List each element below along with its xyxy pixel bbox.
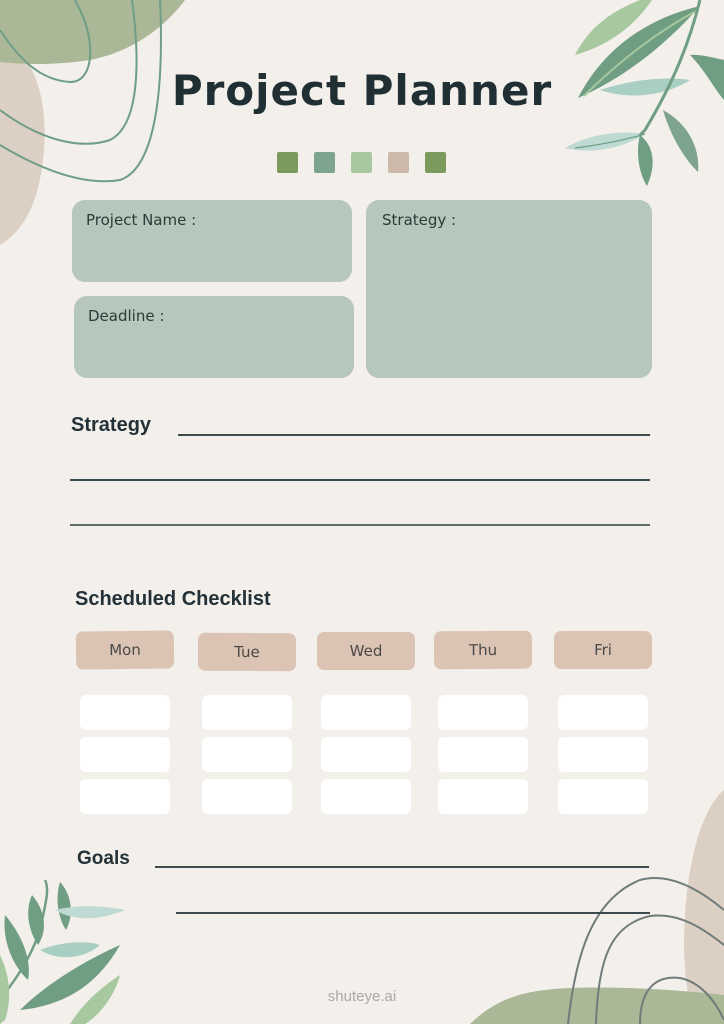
deadline-label: Deadline : bbox=[88, 307, 165, 325]
checklist-slot-thu-2[interactable] bbox=[438, 737, 528, 772]
palette-swatch bbox=[425, 152, 446, 173]
strategy-box-label: Strategy : bbox=[382, 211, 457, 229]
strategy-line-1[interactable] bbox=[178, 434, 650, 436]
checklist-slot-wed-1[interactable] bbox=[321, 695, 411, 730]
palette-swatch bbox=[277, 152, 298, 173]
checklist-slot-thu-3[interactable] bbox=[438, 779, 528, 814]
day-tag-mon: Mon bbox=[75, 630, 175, 670]
project-name-field[interactable]: Project Name : bbox=[72, 200, 352, 282]
checklist-slot-wed-2[interactable] bbox=[321, 737, 411, 772]
project-name-label: Project Name : bbox=[86, 211, 197, 229]
strategy-line-2[interactable] bbox=[70, 479, 650, 481]
checklist-title: Scheduled Checklist bbox=[75, 588, 271, 610]
checklist-slot-mon-2[interactable] bbox=[80, 737, 170, 772]
checklist-slot-wed-3[interactable] bbox=[321, 779, 411, 814]
strategy-line-3[interactable] bbox=[70, 524, 650, 526]
palette-swatch bbox=[388, 152, 409, 173]
day-tag-fri: Fri bbox=[554, 631, 652, 669]
checklist-slot-mon-3[interactable] bbox=[80, 779, 170, 814]
palette-swatch bbox=[351, 152, 372, 173]
checklist-slot-tue-3[interactable] bbox=[202, 779, 292, 814]
day-tag-wed: Wed bbox=[317, 632, 415, 670]
strategy-field[interactable]: Strategy : bbox=[366, 200, 652, 378]
color-palette bbox=[277, 152, 446, 173]
checklist-slot-fri-3[interactable] bbox=[558, 779, 648, 814]
goals-section-title: Goals bbox=[77, 848, 130, 869]
checklist-slot-fri-2[interactable] bbox=[558, 737, 648, 772]
checklist-slot-tue-1[interactable] bbox=[202, 695, 292, 730]
checklist-slot-fri-1[interactable] bbox=[558, 695, 648, 730]
goals-line-2[interactable] bbox=[176, 912, 650, 914]
checklist-slot-mon-1[interactable] bbox=[80, 695, 170, 730]
day-tag-thu: Thu bbox=[433, 630, 533, 670]
checklist-slot-thu-1[interactable] bbox=[438, 695, 528, 730]
checklist-slot-tue-2[interactable] bbox=[202, 737, 292, 772]
goals-line-1[interactable] bbox=[155, 866, 649, 868]
page-title: Project Planner bbox=[171, 66, 553, 115]
footer-brand: shuteye.ai bbox=[327, 988, 397, 1005]
green-blob-top-left bbox=[0, 0, 185, 64]
strategy-section-title: Strategy bbox=[71, 414, 152, 436]
deadline-field[interactable]: Deadline : bbox=[74, 296, 354, 378]
day-tag-tue: Tue bbox=[197, 632, 297, 672]
palette-swatch bbox=[314, 152, 335, 173]
